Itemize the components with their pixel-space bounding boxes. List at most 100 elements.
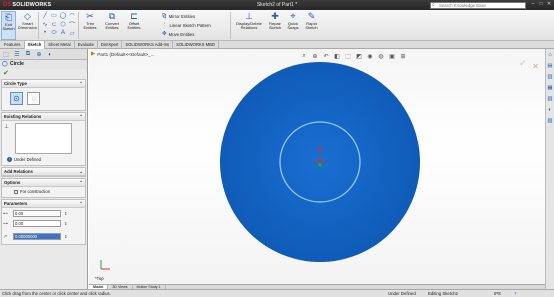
view-palette-icon[interactable]: ▧ <box>546 95 554 104</box>
tab-evaluate[interactable]: Evaluate <box>75 41 98 49</box>
repair-sketch-button[interactable]: ✚ Repair Sketch <box>267 11 283 31</box>
chevron-up-icon[interactable]: ⌃ <box>79 113 83 121</box>
options-group: Options ⌃ For construction <box>1 178 86 198</box>
view-orientation-label: *Top <box>95 276 104 281</box>
relations-label: Display/Delete Relations <box>236 21 262 31</box>
previous-view-icon[interactable]: ↶ <box>322 52 330 60</box>
polygon-icon[interactable]: ⬡ <box>59 20 67 28</box>
home-icon[interactable]: ⌂ <box>546 51 554 60</box>
options-header[interactable]: Options ⌃ <box>2 179 85 187</box>
command-manager-tabs: Features Sketch Sheet Metal Evaluate Dim… <box>0 41 554 49</box>
confirm-cancel-icon[interactable]: ✕ <box>532 62 539 71</box>
center-y-field[interactable]: 0.00 <box>13 220 61 227</box>
parameters-header[interactable]: Parameters ⌃ <box>2 200 85 208</box>
center-circle-button[interactable]: ⊙ <box>10 92 23 105</box>
rapid-sketch-button[interactable]: ✎ Rapid Sketch <box>303 11 320 31</box>
separator <box>78 12 79 39</box>
section-view-icon[interactable]: ◧ <box>333 52 341 60</box>
property-manager-icon[interactable]: ☰ <box>12 50 22 59</box>
display-delete-relations-button[interactable]: ⊥ Display/Delete Relations <box>233 11 265 31</box>
spinner-icon[interactable]: ⇕ <box>64 221 67 226</box>
ellipse-icon[interactable]: ⬭ <box>50 29 58 37</box>
spinner-icon[interactable]: ⇕ <box>64 234 67 239</box>
tab-sheet-metal[interactable]: Sheet Metal <box>45 41 75 49</box>
display-style-icon[interactable]: ◩ <box>355 52 363 60</box>
add-relations-header[interactable]: Add Relations ⌄ <box>2 168 85 176</box>
radius-field[interactable]: 0.00000000 <box>13 233 61 240</box>
large-sketch-circle[interactable] <box>220 62 420 262</box>
chevron-up-icon[interactable]: ⌃ <box>79 200 83 208</box>
rectangle-icon[interactable]: ▭ <box>50 11 58 19</box>
existing-relations-header[interactable]: Existing Relations ⌃ <box>2 113 85 121</box>
spinner-icon[interactable]: ⇕ <box>64 211 67 216</box>
mirror-entities-button[interactable]: ⧎ Mirror Entities <box>162 13 195 19</box>
arc-icon[interactable]: ◠ <box>68 11 76 19</box>
tab-sketch[interactable]: Sketch <box>24 41 46 49</box>
file-explorer-icon[interactable]: ▦ <box>546 84 554 93</box>
offset-entities-button[interactable]: ⊏ Offset Entities <box>125 11 143 31</box>
graphics-area[interactable]: ▶ Part1 (Default<<Default>_... ⌕ ⊕ ↶ ◧ ⬚… <box>89 49 545 284</box>
hide-show-icon[interactable]: ◉ <box>366 52 374 60</box>
maximize-icon[interactable]: □ <box>538 1 544 8</box>
minimize-icon[interactable]: – <box>530 1 536 8</box>
text-icon[interactable]: A <box>59 29 67 37</box>
smart-dimension-button[interactable]: ◇ Smart Dimension <box>18 11 37 31</box>
move-entities-button[interactable]: ✥ Move Entities <box>162 31 194 37</box>
linear-pattern-button[interactable]: ⋮ Linear Sketch Pattern <box>162 22 211 28</box>
checkbox[interactable] <box>14 189 18 194</box>
confirm-ok-icon[interactable]: ✓ <box>519 58 527 69</box>
fillet-icon[interactable]: ⌒ <box>68 20 76 29</box>
plane-icon[interactable]: ▱ <box>68 29 76 37</box>
custom-properties-icon[interactable]: ▨ <box>546 117 554 126</box>
units-selector[interactable]: IPS <box>494 290 501 297</box>
tab-features[interactable]: Features <box>1 41 25 49</box>
tab-dimxpert[interactable]: DimXpert <box>98 41 123 49</box>
y-coordinate-icon: ⊶ <box>3 221 8 227</box>
view-settings-icon[interactable]: ⊞ <box>399 52 407 60</box>
spline-icon[interactable]: ∿ <box>41 20 49 28</box>
perimeter-circle-button[interactable]: ◌ <box>27 92 41 105</box>
feature-tree-flyout[interactable]: ▶ Part1 (Default<<Default>_... <box>91 51 155 57</box>
center-x-field[interactable]: 0.00 <box>13 210 61 217</box>
parameters-label: Parameters <box>4 201 28 206</box>
view-orientation-icon[interactable]: ⬚ <box>344 52 352 60</box>
view-triad <box>100 260 110 270</box>
sketch-canvas[interactable] <box>89 49 545 284</box>
chevron-up-icon[interactable]: ⌃ <box>79 80 83 88</box>
zoom-to-fit-icon[interactable]: ⌕ <box>300 52 308 60</box>
trim-label: Trim Entities <box>83 21 97 31</box>
appearance-icon[interactable]: ◍ <box>377 52 385 60</box>
dimxpert-icon[interactable]: ⊕ <box>34 50 44 59</box>
exit-sketch-button[interactable]: ⎗ Exit Sketch <box>1 11 16 40</box>
feature-tree-icon[interactable]: ⬚ <box>1 50 11 59</box>
center-point[interactable] <box>317 162 323 168</box>
convert-entities-button[interactable]: ⧉ Convert Entities <box>101 11 123 31</box>
exit-sketch-label: Exit Sketch <box>2 22 15 32</box>
ok-button[interactable]: ✔ <box>0 69 87 78</box>
display-manager-icon[interactable]: ◐ <box>45 50 55 59</box>
tab-addins[interactable]: SOLIDWORKS Add-Ins <box>122 41 174 49</box>
configuration-icon[interactable]: ⧉ <box>23 50 33 59</box>
point-icon[interactable]: • <box>41 29 49 37</box>
scene-icon[interactable]: ▣ <box>388 52 396 60</box>
search-input[interactable]: ⌕ Search Knowledge Base <box>430 1 526 9</box>
for-construction-label: For construction <box>20 189 51 194</box>
help-icon[interactable]: ? <box>514 290 516 297</box>
appearances-icon[interactable]: ◐ <box>546 106 554 115</box>
close-icon[interactable]: ✕ <box>546 1 552 8</box>
circle-type-group: Circle Type ⌃ ⊙ ◌ <box>1 79 86 111</box>
tab-mbd[interactable]: SOLIDWORKS MBD <box>173 41 219 49</box>
chevron-down-icon[interactable]: ⌄ <box>79 168 83 176</box>
design-library-icon[interactable]: ▥ <box>546 73 554 82</box>
slot-icon[interactable]: ⊂ <box>50 20 58 28</box>
for-construction-checkbox[interactable]: For construction <box>4 189 83 194</box>
circle-type-header[interactable]: Circle Type ⌃ <box>2 80 85 88</box>
trim-entities-button[interactable]: ✂ Trim Entities <box>81 11 99 31</box>
resources-icon[interactable]: ▤ <box>546 62 554 71</box>
relations-list[interactable] <box>15 123 72 154</box>
circle-tool-icon[interactable]: ◯ <box>59 11 67 19</box>
line-icon[interactable]: ╱ <box>41 11 49 19</box>
quick-snaps-button[interactable]: ⌖ Quick Snaps <box>285 11 301 31</box>
chevron-up-icon[interactable]: ⌃ <box>79 179 83 187</box>
zoom-area-icon[interactable]: ⊕ <box>311 52 319 60</box>
